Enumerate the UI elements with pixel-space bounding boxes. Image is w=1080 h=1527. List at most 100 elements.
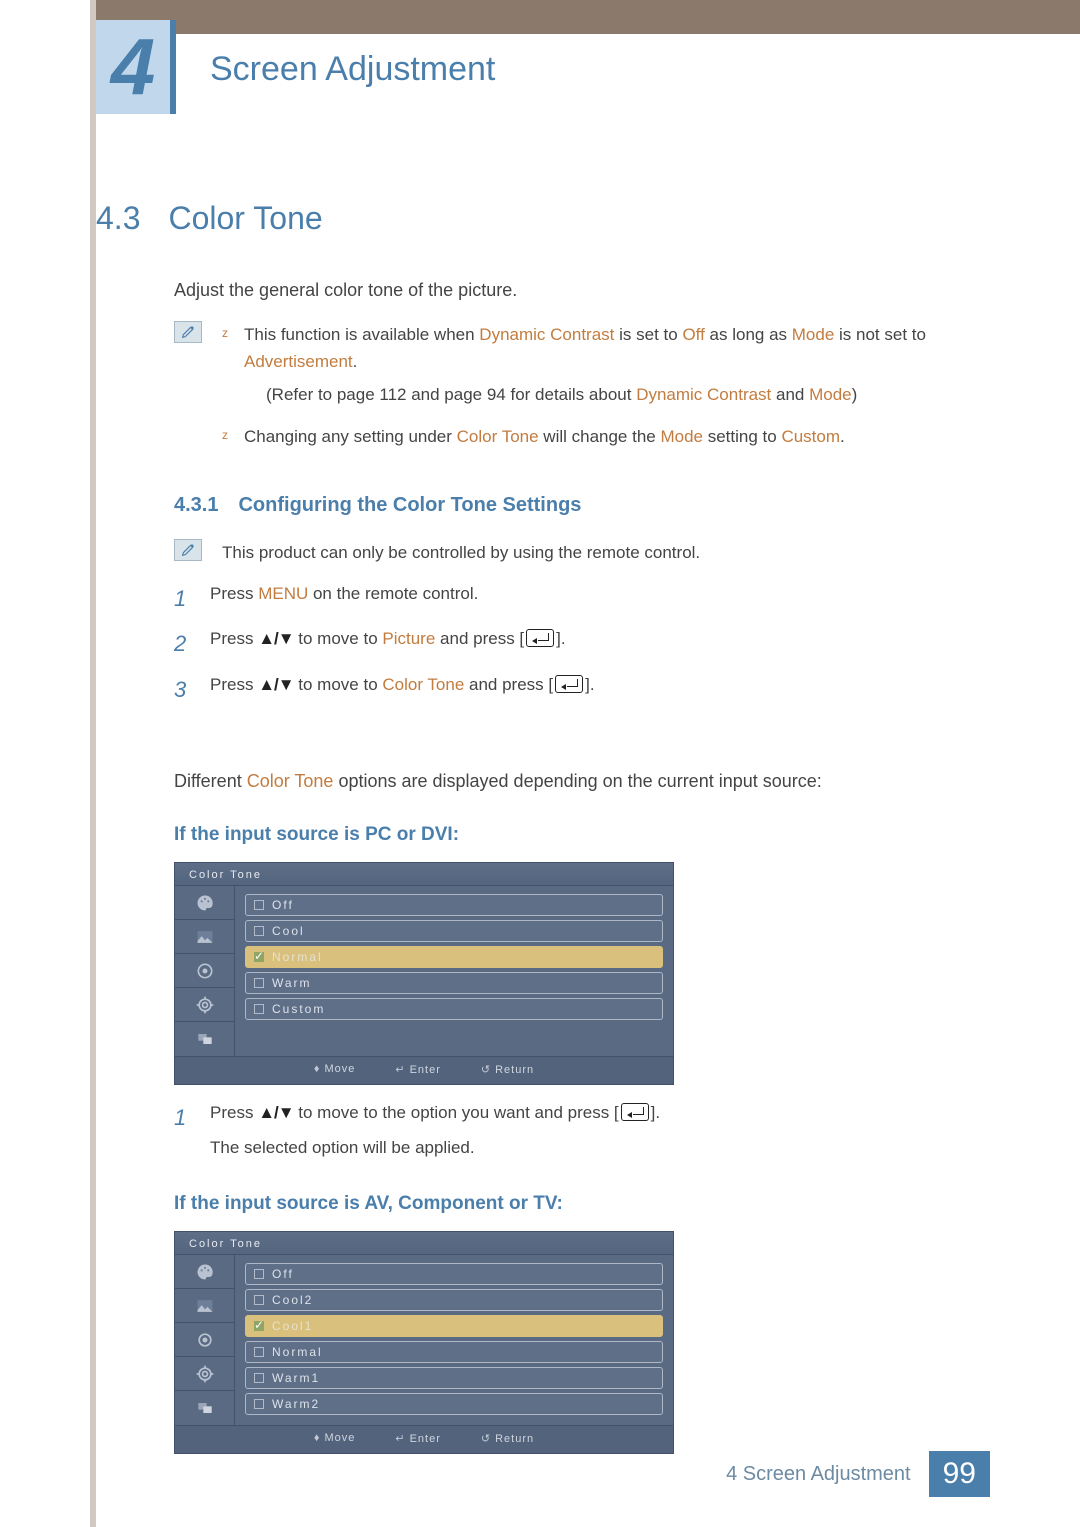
step-2: 2 Press ▲/▼ to move to Picture and press… bbox=[174, 625, 990, 662]
text: ]. bbox=[651, 1103, 660, 1122]
osd-list: Off Cool2 Cool1 Normal Warm1 Warm2 bbox=[235, 1255, 673, 1425]
keyword: Dynamic Contrast bbox=[479, 325, 614, 344]
enter-icon bbox=[526, 629, 554, 647]
osd-item-label: Warm bbox=[272, 976, 312, 990]
palette-icon bbox=[175, 1255, 234, 1289]
keyword: Advertisement bbox=[244, 352, 353, 371]
text: Move bbox=[324, 1063, 355, 1075]
osd-item-label: Cool bbox=[272, 924, 305, 938]
text: Press bbox=[210, 584, 258, 603]
text: to move to bbox=[294, 629, 383, 648]
osd-item-normal[interactable]: Normal bbox=[245, 946, 663, 968]
osd-item-warm[interactable]: Warm bbox=[245, 972, 663, 994]
osd-side-icons bbox=[175, 886, 235, 1056]
osd-item-cool[interactable]: Cool bbox=[245, 920, 663, 942]
osd-item-cool1[interactable]: Cool1 bbox=[245, 1315, 663, 1337]
text: to move to the option you want and press… bbox=[294, 1103, 619, 1122]
chapter-title: Screen Adjustment bbox=[210, 50, 495, 89]
keyword: MENU bbox=[258, 584, 308, 603]
osd-list: Off Cool Normal Warm Custom bbox=[235, 886, 673, 1056]
note-icon bbox=[174, 321, 202, 343]
keyword: Color Tone bbox=[457, 427, 539, 446]
osd-footer-move: ♦Move bbox=[314, 1432, 356, 1445]
sound-icon bbox=[175, 1323, 234, 1357]
different-options-text: Different Color Tone options are display… bbox=[174, 768, 990, 794]
osd-footer-enter: ↵Enter bbox=[395, 1432, 441, 1445]
osd-item-warm1[interactable]: Warm1 bbox=[245, 1367, 663, 1389]
osd-footer: ♦Move ↵Enter ↺Return bbox=[175, 1056, 673, 1084]
osd-footer-enter: ↵Enter bbox=[395, 1063, 441, 1076]
keyword: Custom bbox=[781, 427, 840, 446]
note-bullet: z This function is available when Dynami… bbox=[222, 321, 990, 409]
arrow-icons: ▲/▼ bbox=[258, 625, 293, 654]
text: Changing any setting under bbox=[244, 427, 457, 446]
text: . bbox=[840, 427, 845, 446]
note-block-2: This product can only be controlled by u… bbox=[174, 539, 990, 566]
osd-item-warm2[interactable]: Warm2 bbox=[245, 1393, 663, 1415]
text: and press [ bbox=[464, 675, 553, 694]
text: ]. bbox=[585, 675, 594, 694]
osd-item-custom[interactable]: Custom bbox=[245, 998, 663, 1020]
osd-item-off[interactable]: Off bbox=[245, 1263, 663, 1285]
keyword: Mode bbox=[792, 325, 835, 344]
keyword: Color Tone bbox=[247, 771, 334, 791]
osd-item-cool2[interactable]: Cool2 bbox=[245, 1289, 663, 1311]
keyword: Color Tone bbox=[382, 675, 464, 694]
subsection-heading: 4.3.1 Configuring the Color Tone Setting… bbox=[174, 494, 990, 517]
osd-item-label: Warm1 bbox=[272, 1371, 320, 1385]
text: This function is available when bbox=[244, 325, 479, 344]
picture-icon bbox=[175, 920, 234, 954]
text: Press bbox=[210, 1103, 258, 1122]
arrow-icons: ▲/▼ bbox=[258, 1099, 293, 1128]
text: Move bbox=[324, 1432, 355, 1444]
osd-item-off[interactable]: Off bbox=[245, 894, 663, 916]
sound-icon bbox=[175, 954, 234, 988]
multi-icon bbox=[175, 1391, 234, 1425]
osd-footer: ♦Move ↵Enter ↺Return bbox=[175, 1425, 673, 1453]
footer-chapter-label: 4 Screen Adjustment bbox=[726, 1463, 929, 1486]
case-heading-pc-dvi: If the input source is PC or DVI: bbox=[174, 824, 990, 846]
content: 4.3 Color Tone Adjust the general color … bbox=[96, 200, 990, 1468]
steps-list: 1 Press MENU on the remote control. 2 Pr… bbox=[174, 580, 990, 708]
note-block-1: z This function is available when Dynami… bbox=[174, 321, 990, 464]
text: and bbox=[771, 385, 809, 404]
osd-title: Color Tone bbox=[175, 863, 673, 886]
osd-item-label: Off bbox=[272, 898, 294, 912]
enter-icon bbox=[621, 1103, 649, 1121]
text: Press bbox=[210, 629, 258, 648]
setup-icon bbox=[175, 988, 234, 1022]
section-heading: 4.3 Color Tone bbox=[96, 200, 990, 237]
keyword: Mode bbox=[809, 385, 852, 404]
osd-item-normal[interactable]: Normal bbox=[245, 1341, 663, 1363]
osd-item-label: Off bbox=[272, 1267, 294, 1281]
osd-title: Color Tone bbox=[175, 1232, 673, 1255]
text: Different bbox=[174, 771, 247, 791]
palette-icon bbox=[175, 886, 234, 920]
keyword: Picture bbox=[382, 629, 435, 648]
picture-icon bbox=[175, 1289, 234, 1323]
osd-item-label: Cool2 bbox=[272, 1293, 313, 1307]
text: ]. bbox=[556, 629, 565, 648]
note-icon bbox=[174, 539, 202, 561]
osd-item-label: Warm2 bbox=[272, 1397, 320, 1411]
text: on the remote control. bbox=[308, 584, 478, 603]
text: will change the bbox=[539, 427, 661, 446]
text: The selected option will be applied. bbox=[210, 1134, 990, 1163]
case-heading-av: If the input source is AV, Component or … bbox=[174, 1193, 990, 1215]
text: Return bbox=[495, 1433, 534, 1445]
note-bullet: z Changing any setting under Color Tone … bbox=[222, 423, 990, 450]
setup-icon bbox=[175, 1357, 234, 1391]
text: is set to bbox=[614, 325, 682, 344]
text: ) bbox=[852, 385, 858, 404]
text: to move to bbox=[294, 675, 383, 694]
enter-icon bbox=[555, 675, 583, 693]
osd-footer-return: ↺Return bbox=[481, 1432, 534, 1445]
step-3: 3 Press ▲/▼ to move to Color Tone and pr… bbox=[174, 671, 990, 708]
keyword: Off bbox=[682, 325, 704, 344]
text: Enter bbox=[410, 1064, 441, 1076]
text: (Refer to page 112 and page 94 for detai… bbox=[266, 385, 636, 404]
multi-icon bbox=[175, 1022, 234, 1056]
text: Enter bbox=[410, 1433, 441, 1445]
section-title: Color Tone bbox=[168, 200, 322, 237]
osd-item-label: Cool1 bbox=[272, 1319, 313, 1333]
